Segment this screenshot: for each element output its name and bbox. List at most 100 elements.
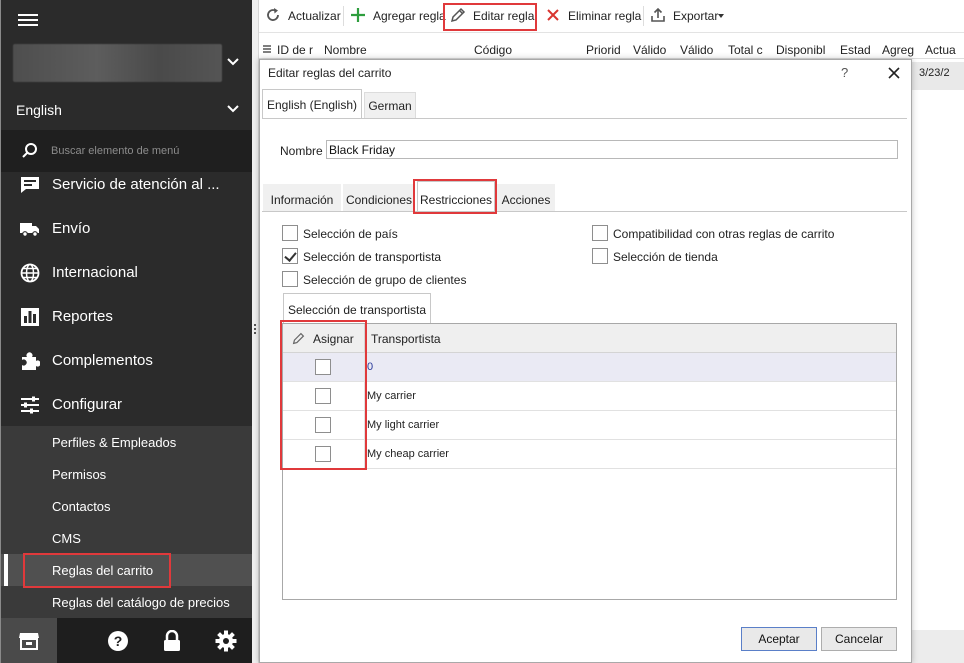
sidebar-bottom-bar: ? <box>1 618 253 663</box>
assign-checkbox[interactable] <box>315 417 331 433</box>
col-header-available[interactable]: Disponibl <box>776 43 834 57</box>
sidebar: English Servicio de atención al ... Enví… <box>0 0 253 663</box>
carrier-column-header[interactable]: Transportista <box>371 332 441 346</box>
country-selection-checkbox[interactable]: Selección de país <box>282 225 432 243</box>
nav-item-international[interactable]: Internacional <box>1 253 253 293</box>
edit-cart-rules-dialog: Editar reglas del carrito ? English (Eng… <box>259 59 912 663</box>
store-selector[interactable] <box>13 44 222 82</box>
nav-item-label: Servicio de atención al ... <box>52 176 220 193</box>
delete-rule-label: Eliminar regla <box>568 9 642 23</box>
plus-icon <box>351 8 365 22</box>
assign-checkbox[interactable] <box>315 446 331 462</box>
table-row[interactable]: My light carrier <box>283 411 896 440</box>
col-header-name[interactable]: Nombre <box>324 43 384 57</box>
tab-actions[interactable]: Acciones <box>497 184 555 212</box>
subitem-profiles-employees[interactable]: Perfiles & Empleados <box>1 426 253 458</box>
nav-item-configure[interactable]: Configurar <box>1 385 253 425</box>
tab-conditions[interactable]: Condiciones <box>343 184 415 212</box>
checkbox-box <box>282 271 298 287</box>
carrier-name: My cheap carrier <box>367 448 449 460</box>
refresh-label: Actualizar <box>288 9 341 23</box>
assign-checkbox[interactable] <box>315 388 331 404</box>
nav-item-shipping[interactable]: Envío <box>1 209 253 249</box>
shop-selection-checkbox[interactable]: Selección de tienda <box>592 248 742 266</box>
table-row[interactable]: 0 <box>283 353 896 382</box>
edit-rule-button[interactable]: Editar regla <box>446 4 535 28</box>
tab-label: English (English) <box>266 98 358 112</box>
add-rule-button[interactable]: Agregar regla <box>346 4 446 28</box>
col-header-priority[interactable]: Priorid <box>586 43 626 57</box>
col-header-status[interactable]: Estad <box>840 43 876 57</box>
col-header-updated[interactable]: Actua <box>925 43 961 57</box>
tab-carrier-selection[interactable]: Selección de transportista <box>283 293 431 323</box>
table-row[interactable]: My cheap carrier <box>283 440 896 469</box>
assign-cell <box>283 411 365 439</box>
store-button[interactable] <box>1 618 57 663</box>
bar-chart-icon <box>21 308 39 326</box>
tab-language-german[interactable]: German <box>364 92 416 119</box>
tab-information[interactable]: Información <box>263 184 341 212</box>
col-header-added[interactable]: Agreg <box>882 43 918 57</box>
search-icon <box>22 143 37 158</box>
subitem-catalog-price-rules[interactable]: Reglas del catálogo de precios <box>1 586 253 618</box>
export-label: Exportar <box>673 9 719 23</box>
settings-button[interactable] <box>198 618 254 663</box>
name-field[interactable] <box>326 140 898 159</box>
assign-checkbox[interactable] <box>315 359 331 375</box>
customer-group-selection-checkbox[interactable]: Selección de grupo de clientes <box>282 271 492 289</box>
pencil-icon <box>450 7 466 23</box>
nav-item-reports[interactable]: Reportes <box>1 297 253 337</box>
language-selector[interactable]: English <box>1 94 253 124</box>
splitter-grip[interactable] <box>254 324 256 336</box>
cancel-button[interactable]: Cancelar <box>821 627 897 651</box>
tab-label: Información <box>270 193 334 207</box>
tab-label: German <box>368 99 412 113</box>
nav-item-addons[interactable]: Complementos <box>1 341 253 381</box>
assign-cell <box>283 353 365 381</box>
tab-language-english[interactable]: English (English) <box>262 89 362 119</box>
lock-button[interactable] <box>144 618 200 663</box>
close-icon[interactable] <box>887 66 901 80</box>
subitem-label: Reglas del carrito <box>52 563 154 578</box>
help-button[interactable]: ? <box>90 618 146 663</box>
refresh-button[interactable]: Actualizar <box>261 4 341 28</box>
hamburger-menu-icon[interactable] <box>18 11 38 27</box>
name-label: Nombre <box>280 144 323 158</box>
carrier-name: My light carrier <box>367 419 440 431</box>
tab-label: Acciones <box>501 193 551 207</box>
assign-column-header[interactable]: Asignar <box>283 324 365 353</box>
configure-submenu: Perfiles & Empleados Permisos Contactos … <box>1 426 253 618</box>
delete-rule-button[interactable]: Eliminar regla <box>541 4 641 28</box>
nav-item-customer-service[interactable]: Servicio de atención al ... <box>1 165 253 205</box>
language-label: English <box>16 102 62 118</box>
carrier-selection-checkbox[interactable]: Selección de transportista <box>282 248 462 266</box>
table-row[interactable]: My carrier <box>283 382 896 411</box>
col-header-valid-to[interactable]: Válido <box>680 43 720 57</box>
edit-rule-label: Editar regla <box>473 9 535 23</box>
export-dropdown-button[interactable]: Exportar <box>646 4 728 28</box>
grid-menu-icon[interactable] <box>263 45 271 53</box>
col-header-code[interactable]: Código <box>474 43 534 57</box>
nav-item-label: Complementos <box>52 352 153 369</box>
checkbox-box <box>592 248 608 264</box>
accept-button[interactable]: Aceptar <box>741 627 817 651</box>
compatibility-checkbox[interactable]: Compatibilidad con otras reglas de carri… <box>592 225 842 243</box>
menu-search-input[interactable] <box>49 142 244 160</box>
subitem-cms[interactable]: CMS <box>1 522 253 554</box>
help-button[interactable]: ? <box>841 65 848 80</box>
assign-cell <box>283 382 365 410</box>
col-header-id[interactable]: ID de r <box>277 43 317 57</box>
nav-item-label: Envío <box>52 220 91 237</box>
tab-restrictions[interactable]: Restricciones <box>417 181 495 212</box>
chevron-down-icon[interactable] <box>226 55 240 69</box>
carrier-name: My carrier <box>367 390 416 402</box>
col-header-total[interactable]: Total c <box>728 43 768 57</box>
col-header-valid-from[interactable]: Válido <box>633 43 673 57</box>
checkbox-box-checked <box>282 248 298 264</box>
carrier-table: Asignar Transportista 0 My carrier My li… <box>282 323 897 600</box>
add-rule-label: Agregar regla <box>373 9 446 23</box>
gear-icon <box>215 630 237 651</box>
subitem-permissions[interactable]: Permisos <box>1 458 253 490</box>
subitem-cart-rules[interactable]: Reglas del carrito <box>1 554 253 586</box>
subitem-contacts[interactable]: Contactos <box>1 490 253 522</box>
